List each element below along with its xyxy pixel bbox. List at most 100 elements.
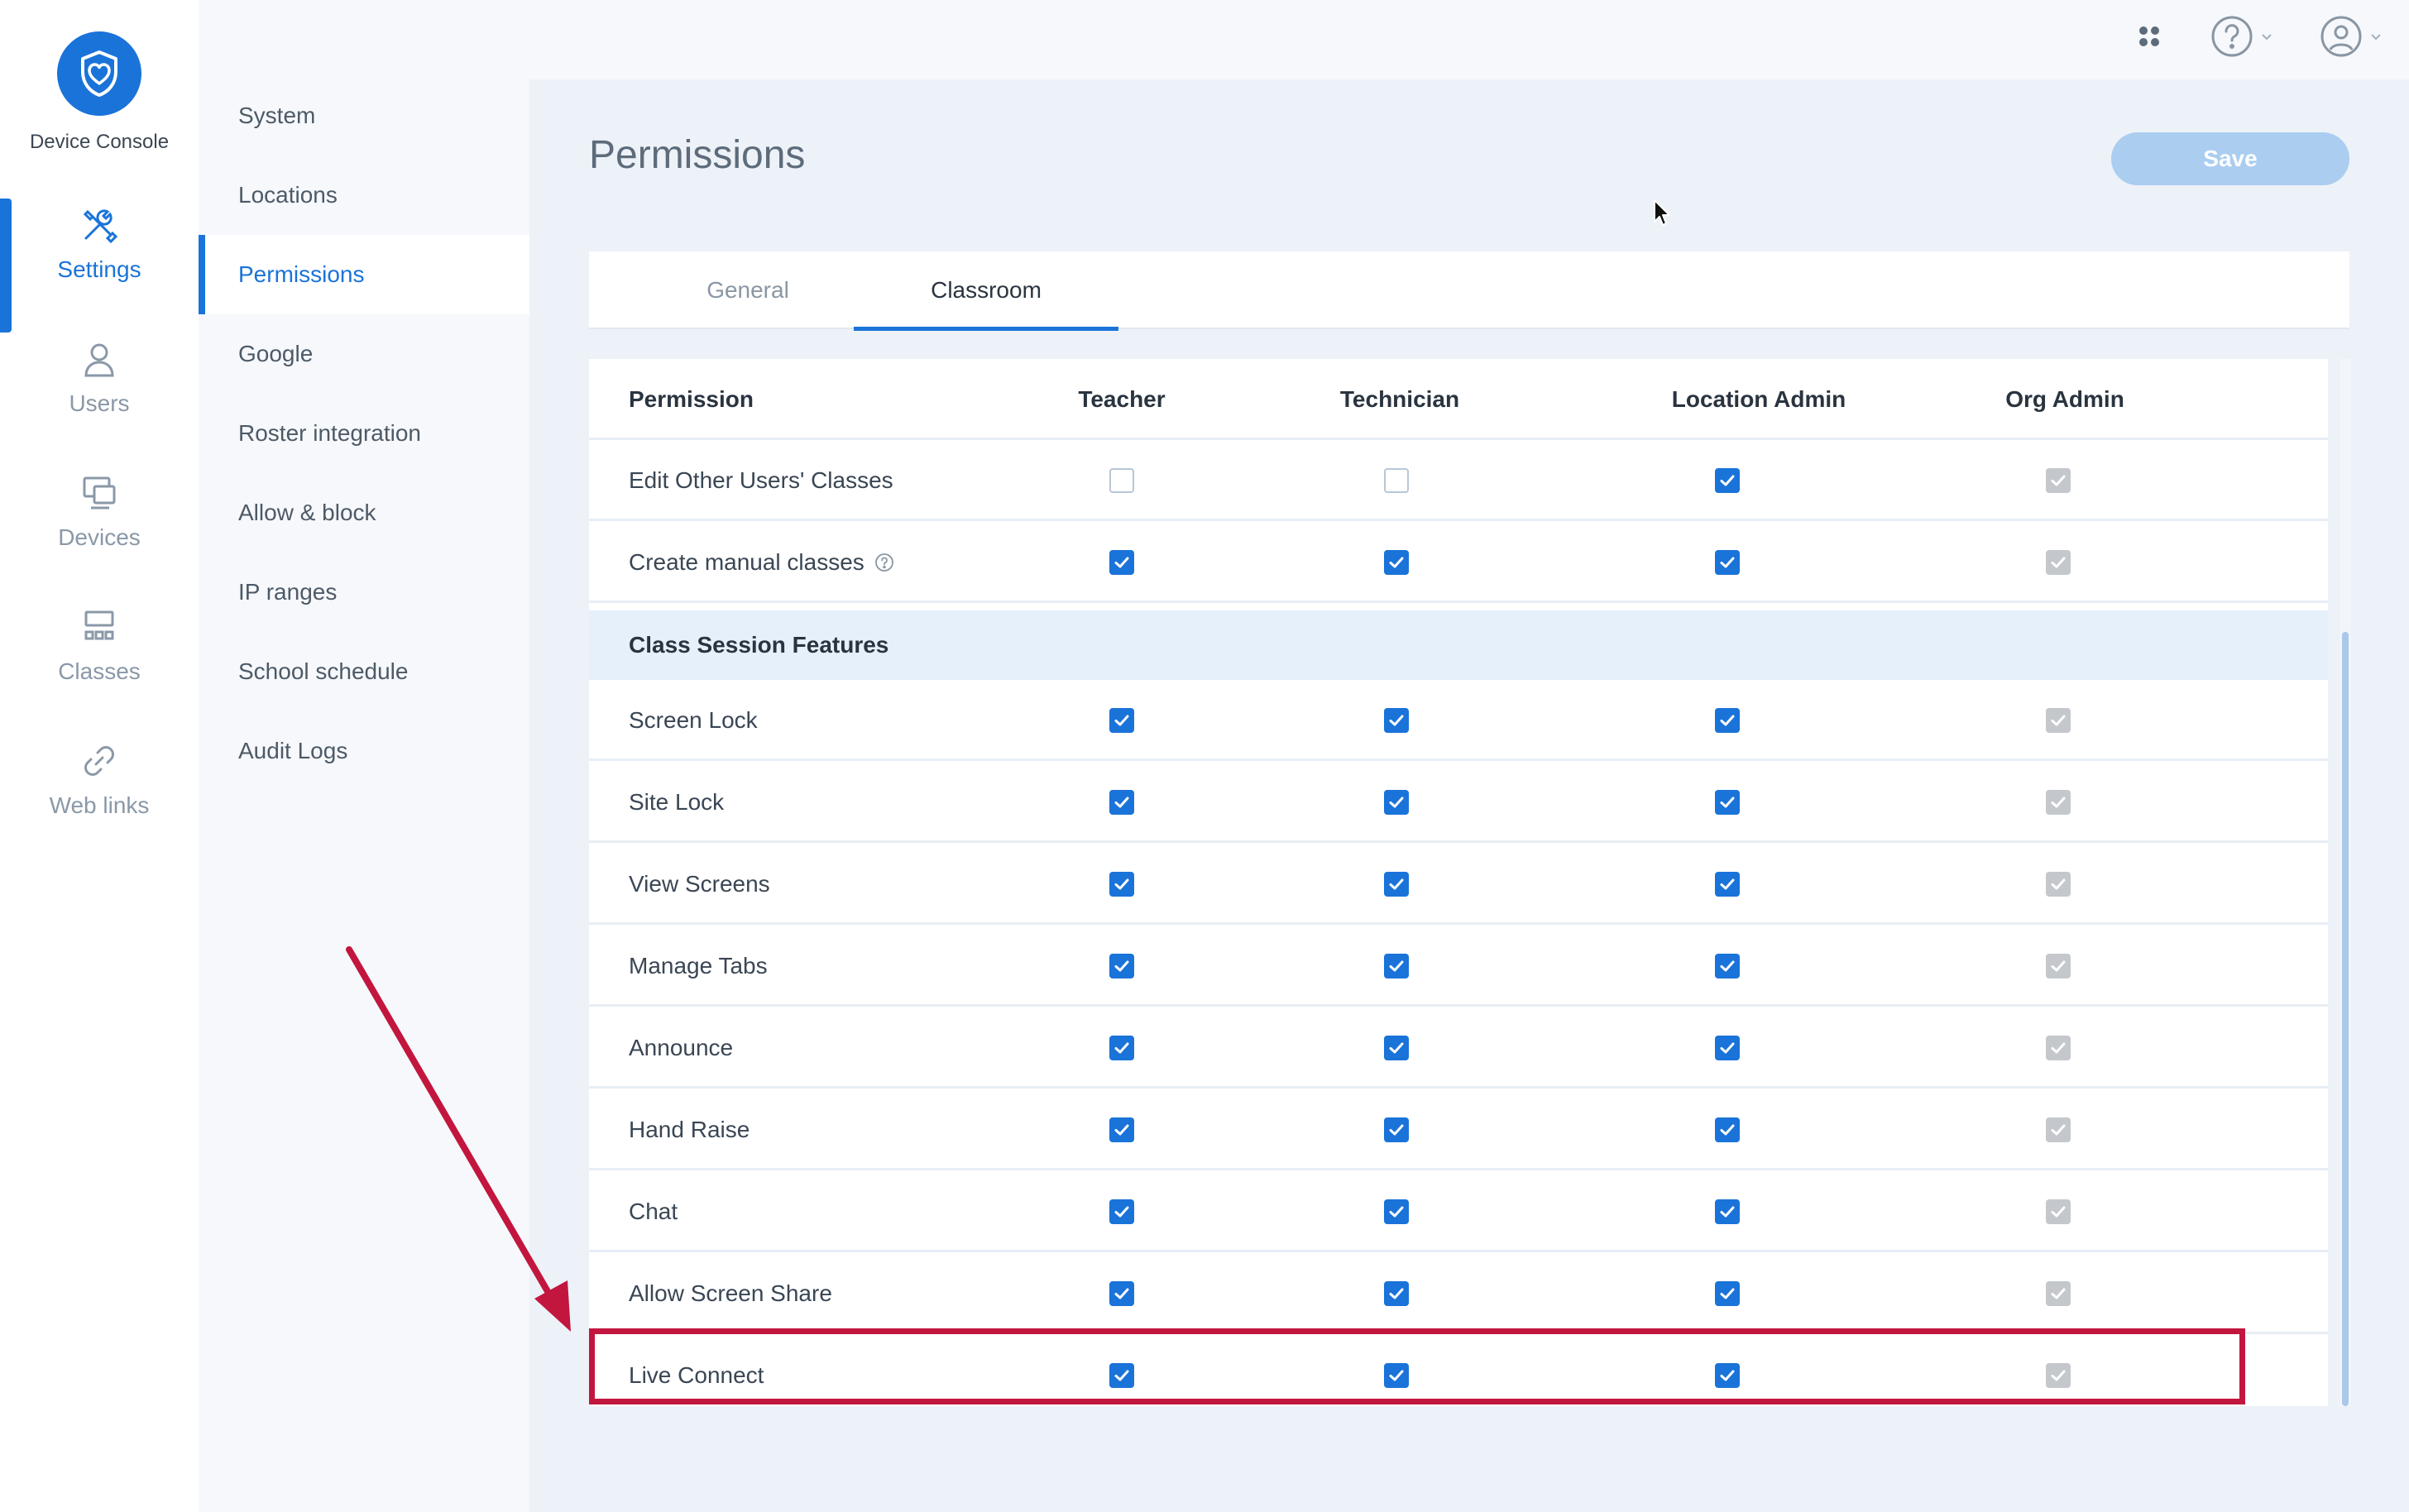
checkbox-location-admin[interactable] [1715,1036,1740,1060]
submenu-item-allow-block[interactable]: Allow & block [199,473,529,553]
save-button[interactable]: Save [2111,132,2349,185]
checkbox-teacher[interactable] [1109,790,1134,815]
checkmark-icon [2051,960,2066,972]
checkbox-org-admin [2046,1117,2071,1142]
checkmark-icon [1389,1206,1404,1218]
permission-name: Announce [629,1007,733,1089]
checkmark-icon [1114,1288,1129,1299]
nav-web-links[interactable]: Web links [0,734,199,868]
checkmark-icon [1114,715,1129,726]
permission-row: Manage Tabs [589,926,2328,1007]
nav-classes[interactable]: Classes [0,600,199,734]
nav-settings[interactable]: Settings [0,199,199,333]
submenu-item-school-schedule[interactable]: School schedule [199,632,529,711]
submenu-item-system[interactable]: System [199,76,529,156]
checkmark-icon [1720,1288,1735,1299]
settings-submenu: System Locations Permissions Google Rost… [199,0,529,1512]
permissions-table: Permission Teacher Technician Location A… [589,359,2328,1406]
apps-button[interactable] [2136,15,2162,61]
checkbox-teacher[interactable] [1109,550,1134,575]
checkmark-icon [1114,1206,1129,1218]
permission-name-text: Site Lock [629,789,725,815]
permission-row: Allow Screen Share [589,1253,2328,1334]
checkmark-icon [1720,1206,1735,1218]
checkbox-technician[interactable] [1384,1363,1409,1388]
checkmark-icon [1114,1042,1129,1054]
submenu-item-audit-logs[interactable]: Audit Logs [199,711,529,791]
checkmark-icon [1720,1124,1735,1136]
submenu-item-ip-ranges[interactable]: IP ranges [199,553,529,632]
help-menu-button[interactable] [2210,15,2273,61]
checkbox-technician[interactable] [1384,468,1409,493]
table-header-row: Permission Teacher Technician Location A… [589,359,2328,440]
tab-classroom[interactable]: Classroom [854,251,1118,331]
checkbox-location-admin[interactable] [1715,954,1740,978]
checkbox-teacher[interactable] [1109,1199,1134,1224]
checkbox-technician[interactable] [1384,954,1409,978]
column-header-location-admin: Location Admin [1671,386,1846,412]
checkbox-org-admin [2046,708,2071,733]
checkbox-location-admin[interactable] [1715,790,1740,815]
permission-name: Manage Tabs [629,926,768,1007]
checkbox-technician[interactable] [1384,872,1409,897]
permission-name: Live Connect [629,1335,764,1406]
checkbox-teacher[interactable] [1109,1363,1134,1388]
table-scrollbar[interactable] [2340,359,2351,1406]
checkbox-location-admin[interactable] [1715,1199,1740,1224]
checkbox-technician[interactable] [1384,1281,1409,1306]
nav-settings-label: Settings [57,256,141,282]
permission-name-text: Screen Lock [629,707,758,733]
checkbox-teacher[interactable] [1109,1281,1134,1306]
checkbox-location-admin[interactable] [1715,550,1740,575]
checkbox-teacher[interactable] [1109,872,1134,897]
checkbox-technician[interactable] [1384,1117,1409,1142]
checkbox-teacher[interactable] [1109,1036,1134,1060]
nav-devices[interactable]: Devices [0,467,199,600]
checkbox-technician[interactable] [1384,790,1409,815]
app-rail: Device Console Settings Users Devices Cl… [0,0,199,1512]
account-menu-button[interactable] [2320,15,2383,61]
checkbox-org-admin [2046,872,2071,897]
checkmark-icon [2051,1042,2066,1054]
checkbox-teacher[interactable] [1109,708,1134,733]
permission-row: Announce [589,1007,2328,1089]
nav-users[interactable]: Users [0,333,199,467]
checkmark-icon [1389,557,1404,568]
checkbox-technician[interactable] [1384,550,1409,575]
permission-name-text: Chat [629,1199,678,1224]
checkbox-location-admin[interactable] [1715,1363,1740,1388]
column-header-permission: Permission [629,386,754,412]
submenu-item-google[interactable]: Google [199,314,529,394]
checkbox-technician[interactable] [1384,708,1409,733]
permission-name-text: Announce [629,1035,734,1060]
checkbox-teacher[interactable] [1109,954,1134,978]
top-bar [529,0,2409,79]
submenu-item-locations[interactable]: Locations [199,156,529,235]
chevron-down-icon [2260,30,2273,47]
scrollbar-thumb[interactable] [2342,632,2349,1406]
classroom-icon [0,600,199,647]
checkbox-location-admin[interactable] [1715,708,1740,733]
submenu-item-permissions[interactable]: Permissions [199,235,529,314]
help-circle-icon[interactable] [874,553,894,572]
checkbox-technician[interactable] [1384,1199,1409,1224]
checkbox-location-admin[interactable] [1715,468,1740,493]
checkbox-location-admin[interactable] [1715,1117,1740,1142]
permission-row: Screen Lock [589,680,2328,761]
tab-general[interactable]: General [615,251,880,329]
link-icon [0,734,199,781]
checkmark-icon [1720,878,1735,890]
checkbox-technician[interactable] [1384,1036,1409,1060]
checkbox-teacher[interactable] [1109,1117,1134,1142]
submenu-item-roster-integration[interactable]: Roster integration [199,394,529,473]
checkmark-icon [2051,1370,2066,1381]
checkbox-location-admin[interactable] [1715,872,1740,897]
column-header-org-admin: Org Admin [2005,386,2124,412]
permission-name-text: Hand Raise [629,1117,750,1142]
permission-name-text: Create manual classes [629,549,864,575]
checkbox-teacher[interactable] [1109,468,1134,493]
checkmark-icon [1114,960,1129,972]
permission-name-text: View Screens [629,871,770,897]
checkbox-location-admin[interactable] [1715,1281,1740,1306]
permission-name: View Screens [629,844,770,925]
